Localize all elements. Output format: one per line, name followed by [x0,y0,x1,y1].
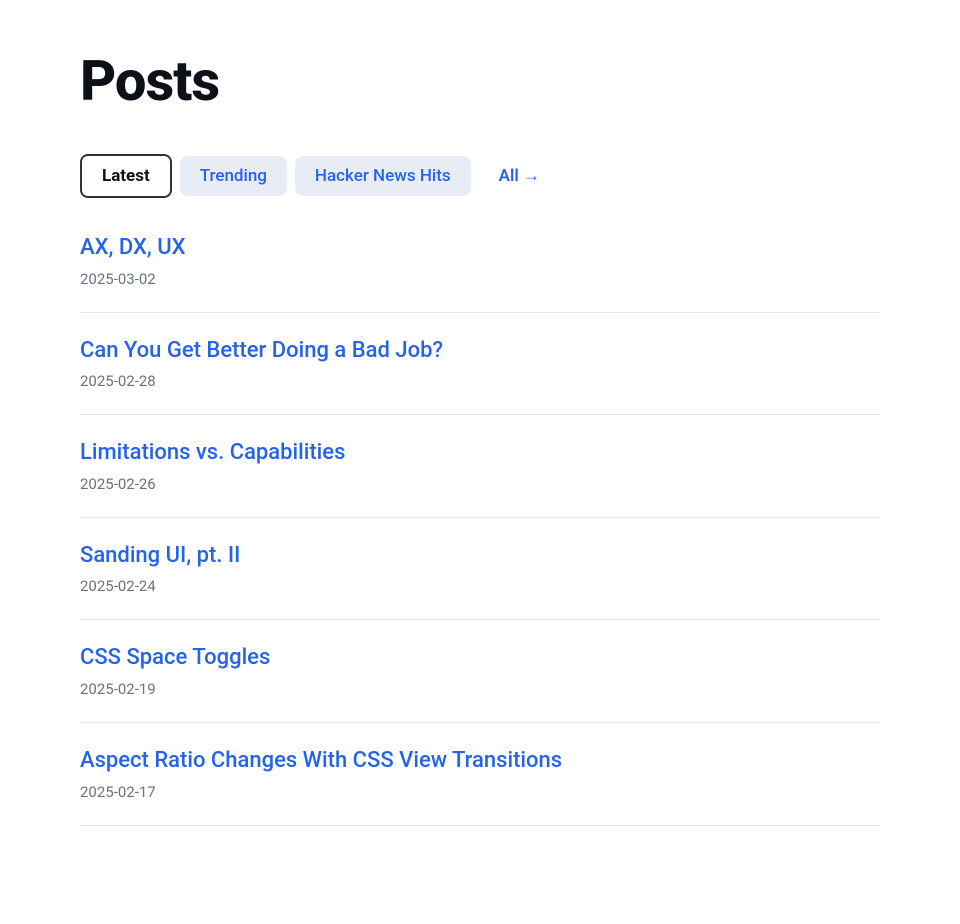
tabs-nav: LatestTrendingHacker News HitsAll → [80,154,880,198]
post-date: 2025-02-26 [80,475,156,493]
post-title-link[interactable]: Can You Get Better Doing a Bad Job? [80,337,880,366]
post-date: 2025-03-02 [80,270,156,288]
list-item: CSS Space Toggles 2025-02-19 [80,620,880,723]
list-item: Sanding UI, pt. II 2025-02-24 [80,518,880,621]
list-item: Limitations vs. Capabilities 2025-02-26 [80,415,880,518]
page-title: Posts [80,48,880,114]
post-title-link[interactable]: CSS Space Toggles [80,644,880,673]
list-item: Can You Get Better Doing a Bad Job? 2025-… [80,313,880,416]
tab-all[interactable]: All → [479,156,560,196]
post-date: 2025-02-17 [80,783,156,801]
posts-list: AX, DX, UX 2025-03-02 Can You Get Better D… [80,234,880,826]
tab-trending[interactable]: Trending [180,156,287,196]
list-item: AX, DX, UX 2025-03-02 [80,234,880,313]
list-item: Aspect Ratio Changes With CSS View Trans… [80,723,880,826]
post-date: 2025-02-24 [80,577,156,595]
post-title-link[interactable]: AX, DX, UX [80,234,880,263]
post-title-link[interactable]: Sanding UI, pt. II [80,542,880,571]
tab-hacker-news-hits[interactable]: Hacker News Hits [295,156,471,196]
post-title-link[interactable]: Aspect Ratio Changes With CSS View Trans… [80,747,880,776]
tab-latest[interactable]: Latest [80,154,172,198]
post-title-link[interactable]: Limitations vs. Capabilities [80,439,880,468]
post-date: 2025-02-28 [80,372,156,390]
post-date: 2025-02-19 [80,680,156,698]
